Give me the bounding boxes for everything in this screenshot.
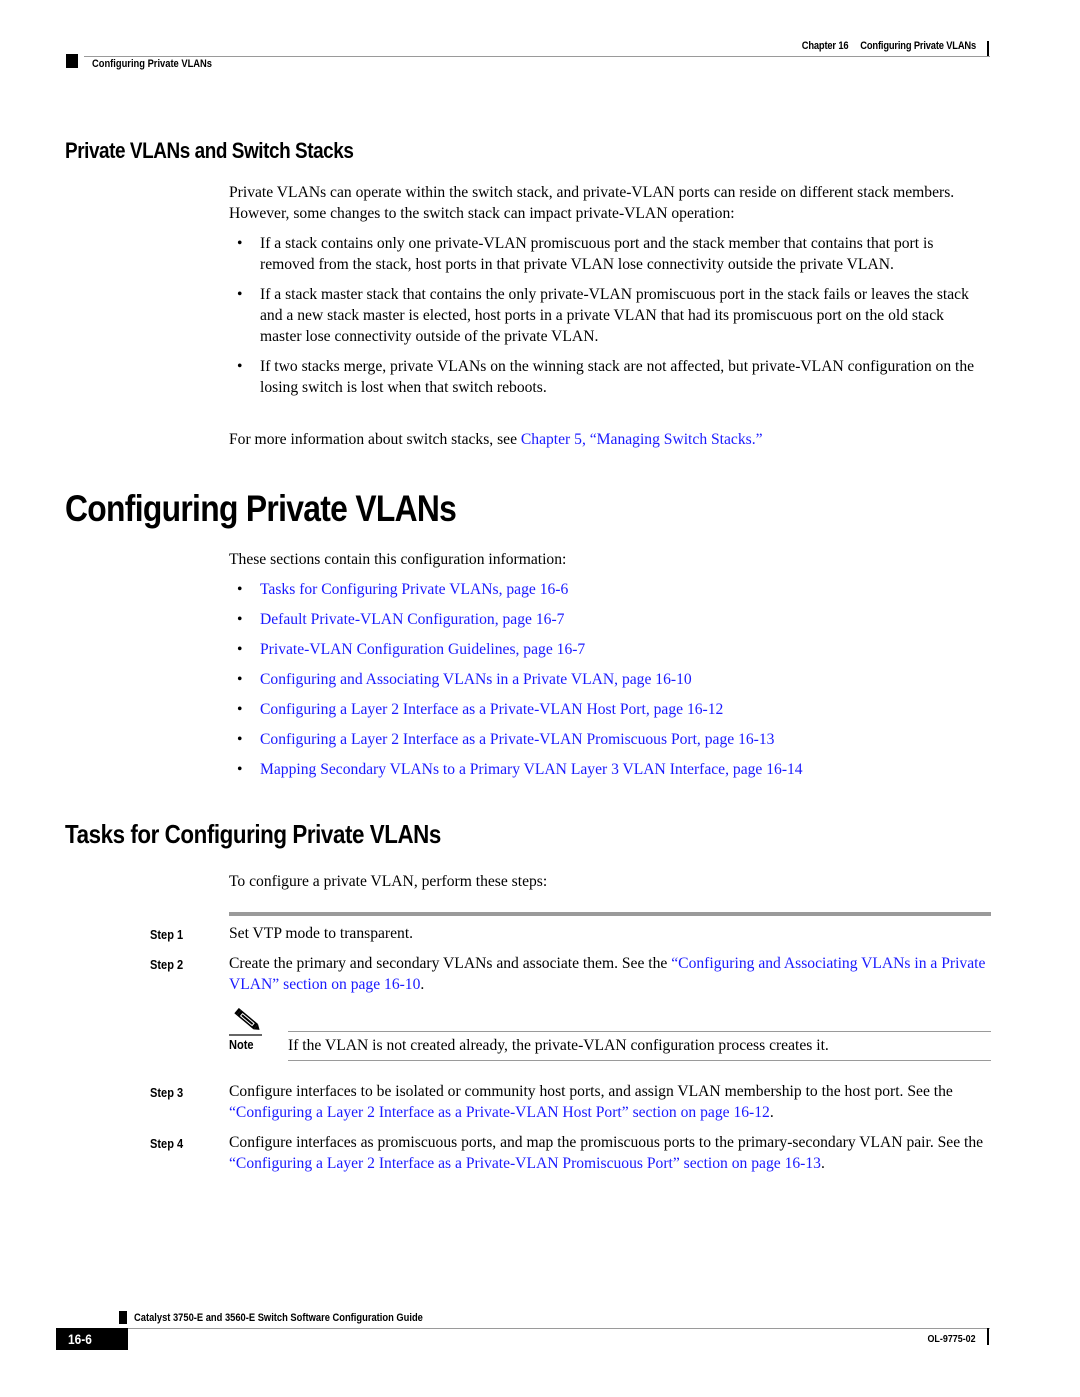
note-label: Note	[229, 1037, 254, 1052]
note-rule-bottom	[288, 1060, 991, 1061]
link-host-port[interactable]: “Configuring a Layer 2 Interface as a Pr…	[229, 1104, 770, 1121]
stacks-intro: Private VLANs can operate within the swi…	[229, 184, 955, 222]
configuring-intro: These sections contain this configuratio…	[229, 551, 567, 568]
toc-link[interactable]: Default Private-VLAN Configuration, page…	[260, 611, 564, 628]
toc-link[interactable]: Private-VLAN Configuration Guidelines, p…	[260, 641, 585, 658]
note-text: If the VLAN is not created already, the …	[288, 1037, 829, 1054]
bullet-icon: •	[237, 581, 243, 598]
toc-item: • Mapping Secondary VLANs to a Primary VL…	[229, 759, 989, 780]
toc-item: • Private-VLAN Configuration Guidelines, …	[229, 639, 989, 660]
footer-guide-title: Catalyst 3750-E and 3560-E Switch Softwa…	[134, 1312, 423, 1324]
note-rule-top	[288, 1031, 991, 1032]
list-item: • If a stack contains only one private-VL…	[237, 235, 934, 273]
bullet-icon: •	[237, 286, 243, 303]
stacks-bullet-list: • If a stack contains only one private-VL…	[229, 233, 989, 407]
bullet-icon: •	[237, 235, 243, 252]
steps-rule	[229, 912, 991, 916]
bullet-icon: •	[237, 358, 243, 375]
header-rule	[84, 56, 990, 57]
bullet-icon: •	[237, 611, 243, 628]
heading-switch-stacks: Private VLANs and Switch Stacks	[65, 138, 354, 163]
toc-list: • Tasks for Configuring Private VLANs, pa…	[229, 579, 989, 789]
page-number: 16-6	[68, 1331, 92, 1347]
toc-link[interactable]: Configuring a Layer 2 Interface as a Pri…	[260, 701, 723, 718]
bullet-icon: •	[237, 701, 243, 718]
toc-link[interactable]: Mapping Secondary VLANs to a Primary VLA…	[260, 761, 803, 778]
toc-item: • Configuring a Layer 2 Interface as a Pr…	[229, 699, 989, 720]
heading-tasks: Tasks for Configuring Private VLANs	[65, 819, 441, 849]
toc-item: • Configuring a Layer 2 Interface as a Pr…	[229, 729, 989, 750]
toc-link[interactable]: Configuring a Layer 2 Interface as a Pri…	[260, 731, 774, 748]
step-label: Step 1	[150, 927, 184, 942]
bullet-icon: •	[237, 641, 243, 658]
running-header-chapter: Chapter 16 Configuring Private VLANs	[802, 40, 976, 52]
step-text: Create the primary and secondary VLANs a…	[229, 955, 986, 993]
footer-marker	[119, 1311, 127, 1324]
step-label: Step 4	[150, 1136, 184, 1151]
step-text: Configure interfaces as promiscuous port…	[229, 1134, 984, 1172]
page-number-badge: 16-6	[56, 1328, 128, 1350]
link-promiscuous-port[interactable]: “Configuring a Layer 2 Interface as a Pr…	[229, 1155, 821, 1172]
header-marker	[66, 54, 78, 68]
note-rule-left	[229, 1034, 262, 1036]
list-item: • If a stack master stack that contains t…	[237, 286, 969, 345]
footer-rule	[128, 1328, 990, 1329]
step-text: Configure interfaces to be isolated or c…	[229, 1083, 953, 1121]
header-bar	[987, 41, 989, 57]
bullet-icon: •	[237, 731, 243, 748]
doc-number: OL-9775-02	[927, 1333, 976, 1345]
stacks-more-info: For more information about switch stacks…	[229, 431, 763, 448]
bullet-icon: •	[237, 761, 243, 778]
toc-link[interactable]: Configuring and Associating VLANs in a P…	[260, 671, 692, 688]
running-header-section: Configuring Private VLANs	[92, 58, 213, 70]
toc-link[interactable]: Tasks for Configuring Private VLANs, pag…	[260, 581, 568, 598]
bullet-icon: •	[237, 671, 243, 688]
step-text: Set VTP mode to transparent.	[229, 925, 414, 942]
toc-item: • Default Private-VLAN Configuration, pag…	[229, 609, 989, 630]
heading-configuring-private-vlans: Configuring Private VLANs	[65, 488, 457, 529]
step-label: Step 3	[150, 1085, 184, 1100]
pencil-note-icon	[234, 1008, 260, 1030]
footer-bar	[987, 1328, 989, 1345]
list-item: • If two stacks merge, private VLANs on t…	[237, 358, 975, 396]
step-label: Step 2	[150, 957, 184, 972]
tasks-intro: To configure a private VLAN, perform the…	[229, 873, 548, 890]
link-managing-switch-stacks[interactable]: Chapter 5, “Managing Switch Stacks.”	[521, 431, 763, 448]
toc-item: • Configuring and Associating VLANs in a …	[229, 669, 989, 690]
chapter-title: Configuring Private VLANs	[860, 40, 976, 52]
toc-item: • Tasks for Configuring Private VLANs, pa…	[229, 579, 989, 600]
chapter-label: Chapter 16	[801, 40, 849, 52]
